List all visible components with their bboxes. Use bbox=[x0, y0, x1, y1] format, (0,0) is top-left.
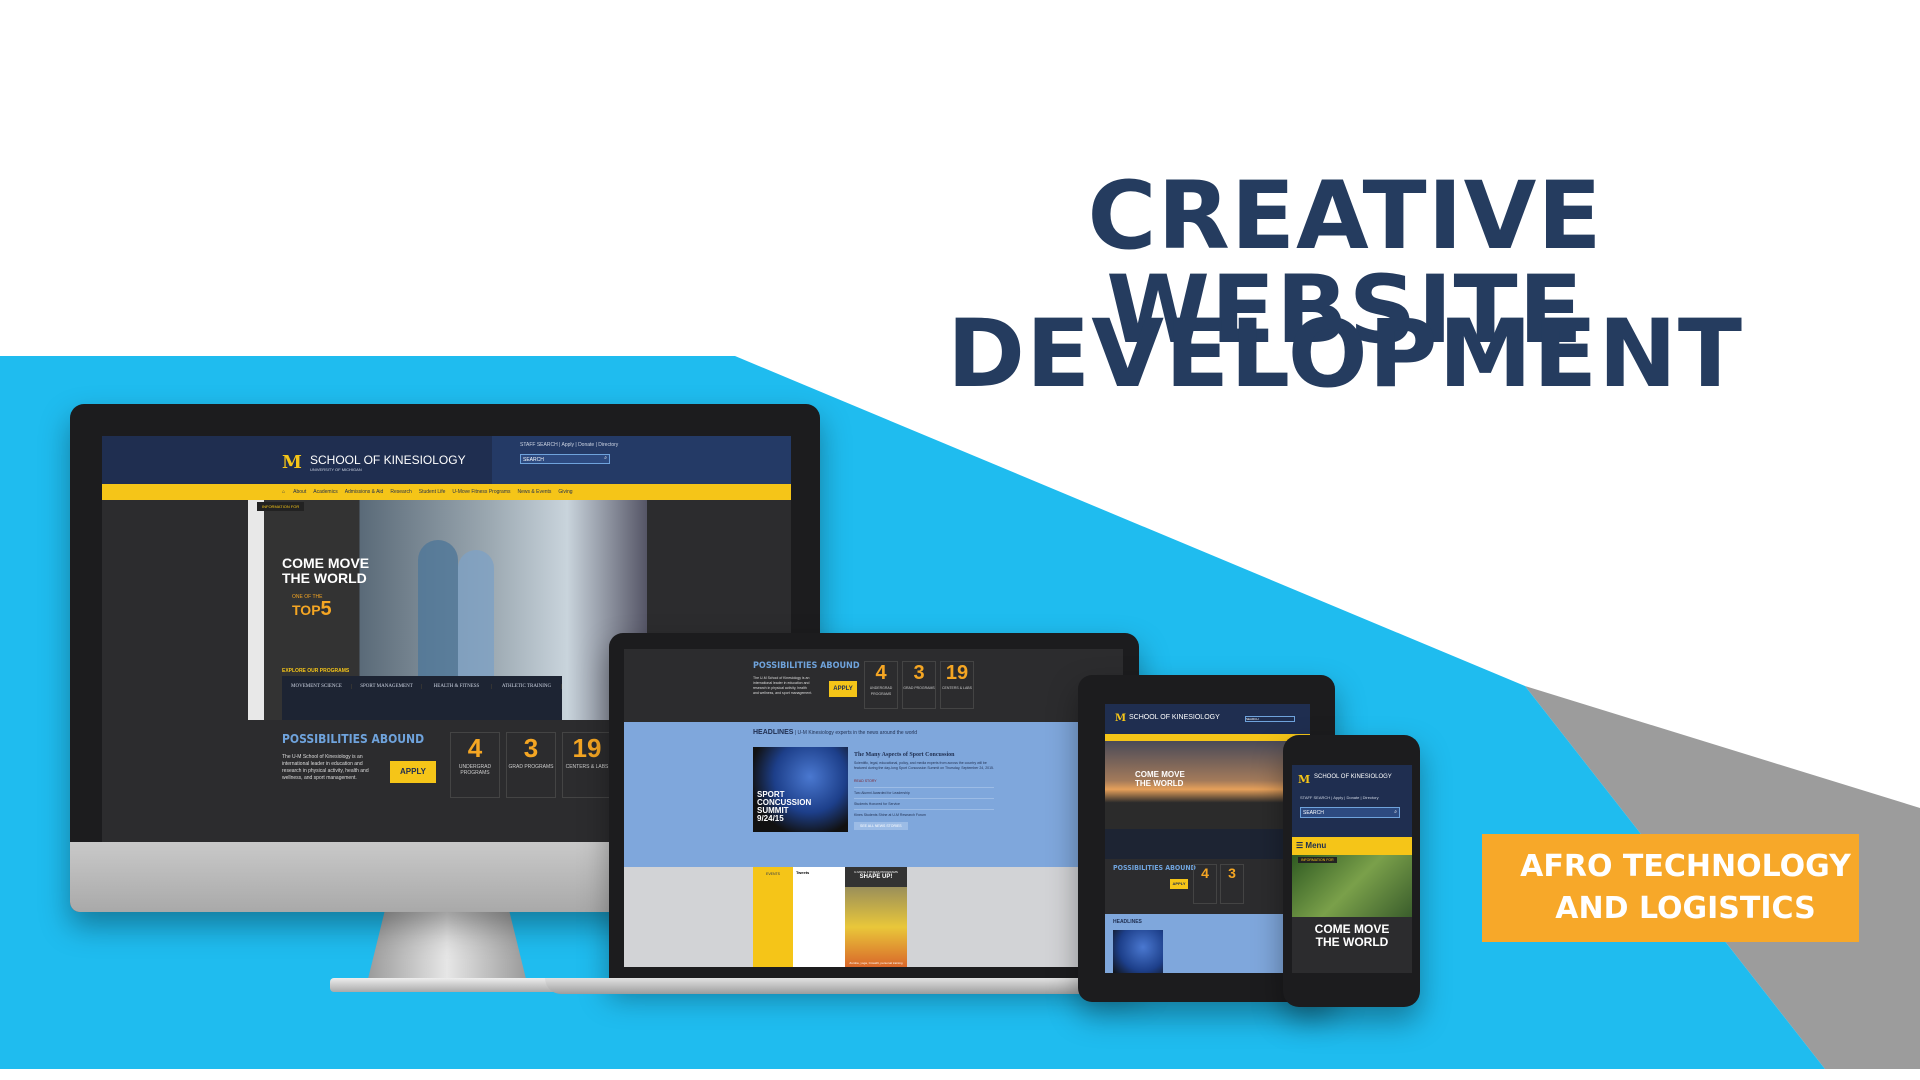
information-for-dropdown[interactable]: INFORMATION FOR bbox=[257, 502, 305, 511]
headline-line-2: DEVELOPMENT bbox=[946, 300, 1744, 409]
stat-undergrad: 4 bbox=[1193, 864, 1217, 904]
site-header: M SCHOOL OF KINESIOLOGY UNIVERSITY OF MI… bbox=[102, 436, 791, 484]
stat-grad: 3 GRAD PROGRAMS bbox=[506, 732, 556, 798]
top-links[interactable]: STAFF SEARCH | Apply | Donate | Director… bbox=[1300, 795, 1379, 800]
summit-image[interactable] bbox=[1113, 930, 1163, 973]
m-logo[interactable]: M bbox=[282, 452, 302, 473]
information-for-dropdown[interactable]: INFORMATION FOR bbox=[1298, 857, 1337, 863]
article-body: Scientific, legal, educational, policy, … bbox=[854, 761, 994, 770]
shape-up-panel[interactable]: U-MOVE FITNESS PROGRAMS SHAPE UP! Zumba,… bbox=[845, 867, 907, 967]
search-input[interactable]: SEARCH ⌕ bbox=[1300, 807, 1400, 818]
possibilities-heading: POSSIBILITIES ABOUND bbox=[753, 661, 860, 671]
stat-undergrad: 4 UNDERGRAD PROGRAMS bbox=[864, 661, 898, 709]
program-movement-science[interactable]: MOVEMENT SCIENCE bbox=[282, 684, 352, 689]
top-links[interactable]: STAFF SEARCH | Apply | Donate | Director… bbox=[520, 442, 618, 448]
hero-title: COME MOVE THE WORLD bbox=[1314, 922, 1390, 949]
search-placeholder: SEARCH bbox=[523, 457, 544, 463]
program-athletic-training[interactable]: ATHLETIC TRAINING bbox=[492, 684, 562, 689]
stat-undergrad: 4 UNDERGRAD PROGRAMS bbox=[450, 732, 500, 798]
nav-student-life[interactable]: Student Life bbox=[419, 489, 446, 495]
programs-bar: MOVEMENT SCIENCE SPORT MANAGEMENT HEALTH… bbox=[282, 676, 562, 720]
headlines-section: HEADLINES bbox=[1105, 914, 1310, 973]
possibilities-description: The U-M School of Kinesiology is an inte… bbox=[282, 754, 369, 781]
apply-button[interactable]: APPLY bbox=[829, 681, 857, 697]
tablet-screen: M SCHOOL OF KINESIOLOGY SEARCH COME MOVE… bbox=[1105, 704, 1310, 973]
search-icon: ⌕ bbox=[1394, 809, 1397, 815]
school-name[interactable]: SCHOOL OF KINESIOLOGY bbox=[310, 453, 466, 467]
hamburger-icon: ☰ bbox=[1296, 841, 1306, 850]
headlines-section: HEADLINES | U-M Kinesiology experts in t… bbox=[624, 722, 1123, 867]
m-logo[interactable]: M bbox=[1115, 713, 1126, 724]
headlines-title: HEADLINES bbox=[1113, 919, 1142, 925]
news-item[interactable]: Two Alumni Awarded for Leadership bbox=[854, 787, 994, 798]
search-icon: ⌕ bbox=[604, 455, 607, 461]
home-icon[interactable]: ⌂ bbox=[282, 489, 285, 495]
site-header: M SCHOOL OF KINESIOLOGY SEARCH bbox=[1105, 704, 1310, 734]
hero-image bbox=[1292, 855, 1412, 917]
possibilities-heading: POSSIBILITIES ABOUND bbox=[1113, 864, 1196, 872]
article-title[interactable]: The Many Aspects of Sport Concussion bbox=[854, 752, 955, 758]
nav-giving[interactable]: Giving bbox=[558, 489, 572, 495]
company-badge: AFRO TECHNOLOGY AND LOGISTICS bbox=[1482, 834, 1859, 942]
main-nav: ⌂ About Academics Admissions & Aid Research… bbox=[102, 484, 791, 500]
top-5: TOP5 bbox=[292, 598, 332, 620]
read-story-link[interactable]: READ STORY bbox=[854, 779, 877, 783]
events-panel[interactable]: EVENTS bbox=[753, 867, 793, 967]
program-sport-management[interactable]: SPORT MANAGEMENT bbox=[352, 684, 422, 689]
monitor-base bbox=[330, 978, 560, 992]
search-input[interactable]: SEARCH ⌕ bbox=[520, 454, 610, 464]
apply-button[interactable]: APPLY bbox=[1170, 879, 1188, 889]
nav-about[interactable]: About bbox=[293, 489, 306, 495]
program-health-fitness[interactable]: HEALTH & FITNESS bbox=[422, 684, 492, 689]
company-name-line-1: AFRO TECHNOLOGY bbox=[1520, 849, 1851, 884]
explore-programs-link[interactable]: EXPLORE OUR PROGRAMS bbox=[282, 668, 349, 674]
hero-title: COME MOVE THE WORLD bbox=[282, 555, 370, 586]
main-nav bbox=[1105, 734, 1310, 741]
tweets-panel[interactable]: Tweets bbox=[793, 867, 845, 967]
programs-bar bbox=[1105, 829, 1310, 859]
nav-news[interactable]: News & Events bbox=[518, 489, 552, 495]
possibilities-heading: POSSIBILITIES ABOUND bbox=[282, 732, 425, 746]
possibilities-description: The U-M School of Kinesiology is an inte… bbox=[753, 676, 813, 695]
phone-screen: M SCHOOL OF KINESIOLOGY STAFF SEARCH | A… bbox=[1292, 765, 1412, 973]
nav-academics[interactable]: Academics bbox=[313, 489, 337, 495]
apply-button[interactable]: APPLY bbox=[390, 761, 436, 783]
school-name[interactable]: SCHOOL OF KINESIOLOGY bbox=[1314, 774, 1392, 780]
hero-title: COME MOVE THE WORLD bbox=[1135, 770, 1185, 788]
stat-grad: 3 GRAD PROGRAMS bbox=[902, 661, 936, 709]
headlines-title: HEADLINES | U-M Kinesiology experts in t… bbox=[753, 729, 918, 736]
nav-admissions[interactable]: Admissions & Aid bbox=[345, 489, 384, 495]
laptop-screen: POSSIBILITIES ABOUND The U-M School of K… bbox=[624, 649, 1123, 967]
news-item[interactable]: Students Honored for Service bbox=[854, 798, 994, 809]
company-name-line-2: AND LOGISTICS bbox=[1555, 891, 1816, 926]
see-all-news-button[interactable]: SEE ALL NEWS STORIES bbox=[854, 822, 908, 830]
stat-centers: 19 CENTERS & LABS bbox=[562, 732, 612, 798]
lower-section: EVENTS Tweets U-MOVE FITNESS PROGRAMS SH… bbox=[624, 867, 1123, 967]
school-name[interactable]: SCHOOL OF KINESIOLOGY bbox=[1129, 714, 1220, 721]
menu-button[interactable]: ☰ Menu bbox=[1292, 837, 1412, 855]
news-list: Two Alumni Awarded for Leadership Studen… bbox=[854, 787, 994, 820]
summit-image[interactable]: SPORT CONCUSSION SUMMIT 9/24/15 bbox=[753, 747, 848, 832]
nav-research[interactable]: Research bbox=[390, 489, 411, 495]
m-logo[interactable]: M bbox=[1298, 773, 1310, 786]
nav-umove[interactable]: U-Move Fitness Programs bbox=[452, 489, 510, 495]
monitor-stand bbox=[367, 905, 527, 983]
search-input[interactable]: SEARCH bbox=[1245, 716, 1295, 722]
site-header: M SCHOOL OF KINESIOLOGY STAFF SEARCH | A… bbox=[1292, 765, 1412, 837]
stat-centers: 19 CENTERS & LABS bbox=[940, 661, 974, 709]
stat-grad: 3 bbox=[1220, 864, 1244, 904]
university-name: UNIVERSITY OF MICHIGAN bbox=[310, 467, 362, 472]
news-item[interactable]: Kines Students Shine at U-M Research For… bbox=[854, 809, 994, 820]
